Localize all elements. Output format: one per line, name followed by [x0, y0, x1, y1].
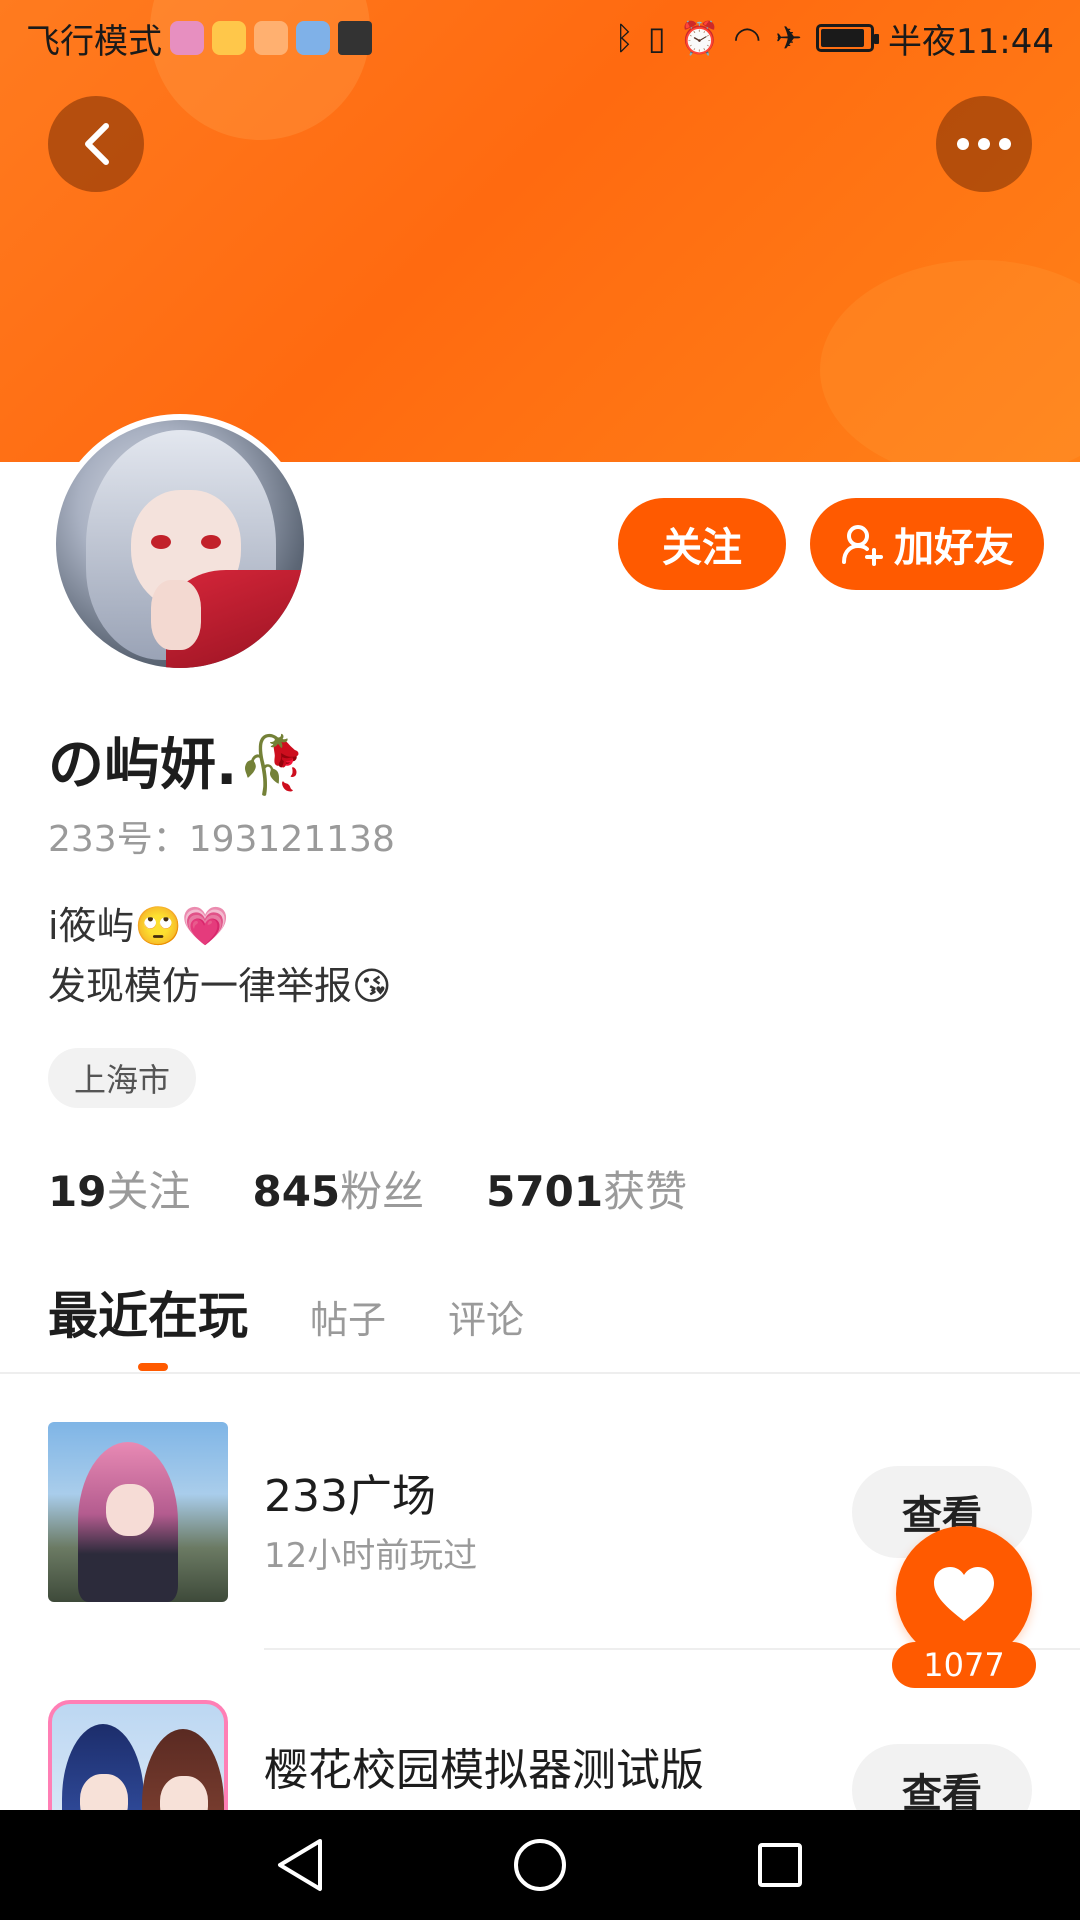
stat-label: 粉丝: [340, 1167, 425, 1216]
username: ⁣⁣⁣⁣の屿妍.🥀: [48, 733, 307, 798]
divider: [0, 1372, 1080, 1374]
profile-screen: 飞行模式 ᛒ ▯ ⏰ ◠ ✈ 半夜11:44 关注: [0, 0, 1080, 1920]
more-button[interactable]: [936, 96, 1032, 192]
add-friend-label: 加好友: [894, 525, 1014, 571]
nav-back-icon: [278, 1839, 322, 1891]
nav-recents-icon: [758, 1843, 802, 1887]
stat-label: 获赞: [603, 1167, 688, 1216]
like-count-label: 1077: [923, 1646, 1005, 1684]
airplane-mode-label: 飞行模式: [26, 21, 162, 62]
chevron-left-icon: [85, 123, 109, 165]
stat-number: 5701: [486, 1167, 604, 1216]
game-title: 233广场: [264, 1471, 436, 1522]
music-app-icon: [170, 21, 204, 55]
wifi-icon: ◠: [733, 19, 762, 57]
location-label: 上海市: [74, 1061, 171, 1099]
tab-indicator: [138, 1363, 168, 1371]
airplane-icon: ✈: [775, 19, 803, 57]
video-app-icon: [254, 21, 288, 55]
stats-row: 19关注 845粉丝 5701获赞: [48, 1158, 687, 1219]
vibrate-icon: ▯: [647, 19, 666, 57]
stat-label: 关注: [106, 1167, 191, 1216]
battery-icon: [816, 24, 880, 52]
add-friend-button[interactable]: 加好友: [810, 498, 1044, 590]
follow-button[interactable]: 关注: [618, 498, 786, 590]
stat-number: 845: [252, 1167, 341, 1216]
add-user-icon: [842, 525, 883, 566]
status-bar: 飞行模式 ᛒ ▯ ⏰ ◠ ✈ 半夜11:44: [0, 0, 1080, 76]
stat-followers[interactable]: 845粉丝: [252, 1158, 424, 1219]
nav-home-icon: [514, 1839, 566, 1891]
nav-back-button[interactable]: [240, 1810, 360, 1920]
location-tag: 上海市: [48, 1048, 197, 1108]
like-count: 1077: [892, 1642, 1036, 1688]
heart-icon: [934, 1567, 994, 1621]
game-title: 樱花校园模拟器测试版: [264, 1745, 704, 1796]
tab-recent-played[interactable]: 最近在玩: [48, 1276, 248, 1348]
alarm-icon: ⏰: [679, 19, 720, 57]
stat-following[interactable]: 19关注: [48, 1158, 190, 1219]
nav-home-button[interactable]: [480, 1810, 600, 1920]
stat-number: 19: [48, 1167, 107, 1216]
game-thumbnail[interactable]: [48, 1422, 228, 1602]
avatar[interactable]: [56, 420, 304, 668]
files-app-icon: [212, 21, 246, 55]
bluetooth-icon: ᛒ: [614, 19, 634, 57]
game-last-played: 12小时前玩过: [264, 1536, 478, 1576]
bio: i筱屿🙄💗 发现模仿一律举报😘: [48, 904, 392, 1008]
more-dots-icon: [957, 138, 1011, 150]
tab-posts[interactable]: 帖子: [310, 1289, 386, 1344]
follow-label: 关注: [662, 525, 742, 571]
nav-recents-button[interactable]: [720, 1810, 840, 1920]
tab-comments[interactable]: 评论: [448, 1289, 524, 1344]
stat-likes[interactable]: 5701获赞: [486, 1158, 687, 1219]
tab-bar: 最近在玩 帖子 评论: [48, 1276, 524, 1348]
system-nav-bar: [0, 1810, 1080, 1920]
clock: 半夜11:44: [888, 21, 1054, 62]
browser-app-icon: [296, 21, 330, 55]
storage-app-icon: [338, 21, 372, 55]
user-id: 233号：193121138: [48, 819, 395, 860]
back-button[interactable]: [48, 96, 144, 192]
